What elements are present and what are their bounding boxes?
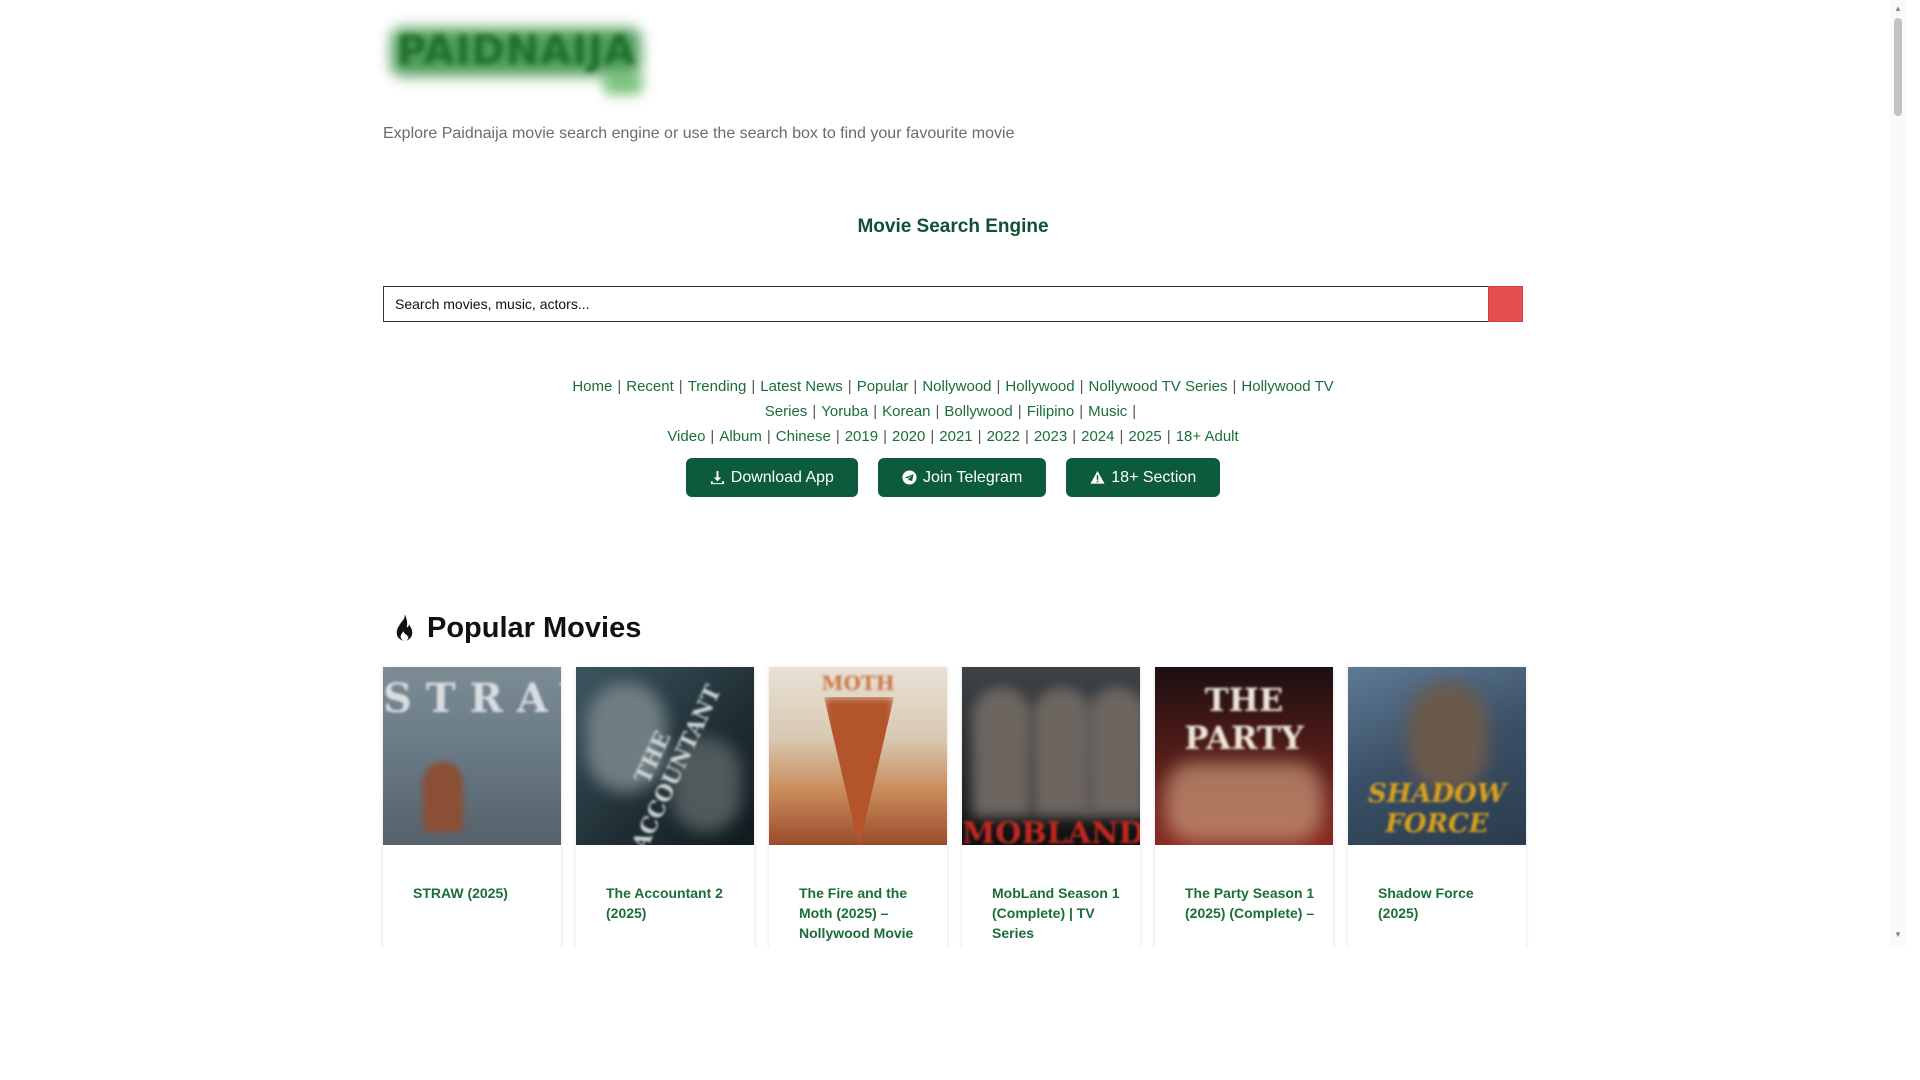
nav-separator: | <box>977 428 982 445</box>
nav-separator: | <box>1079 378 1084 395</box>
logo-wordmark: PAIDNAIJA <box>397 28 636 74</box>
nav-separator: | <box>1072 428 1077 445</box>
nav-link-recent[interactable]: Recent <box>626 378 674 395</box>
join-telegram-button[interactable]: Join Telegram <box>877 458 1047 497</box>
nav-link-home[interactable]: Home <box>572 378 612 395</box>
nav-link-2025[interactable]: 2025 <box>1128 428 1161 445</box>
nav-separator: | <box>913 378 918 395</box>
adult-section-button[interactable]: 18+ Section <box>1066 458 1221 497</box>
warning-icon <box>1090 470 1105 484</box>
nav-link-chinese[interactable]: Chinese <box>776 428 831 445</box>
page-scrollbar[interactable]: ▲ ▼ <box>1890 0 1905 947</box>
movie-title-link[interactable]: The Accountant 2 (2025) <box>606 883 736 923</box>
site-logo[interactable]: PAIDNAIJA <box>383 18 658 95</box>
nav-row-1: Home | Recent | Trending | Latest News | Popular… <box>383 374 1523 424</box>
movie-cards: STRAW STRAW (2025) THE ACCOUNTANT The Ac… <box>383 667 1526 947</box>
logo-shape-tail <box>603 73 643 95</box>
movie-poster[interactable]: SHADOW FORCE <box>1348 667 1526 845</box>
nav-link-filipino[interactable]: Filipino <box>1027 403 1075 420</box>
movie-card[interactable]: MOBLAND MobLand Season 1 (Complete) | TV… <box>962 667 1140 947</box>
nav-separator: | <box>873 403 878 420</box>
search-input[interactable] <box>383 286 1488 322</box>
nav-separator: | <box>766 428 771 445</box>
movie-title-link[interactable]: STRAW (2025) <box>413 883 543 903</box>
nav-separator: | <box>1079 403 1084 420</box>
nav-separator: | <box>996 378 1001 395</box>
nav-link-2023[interactable]: 2023 <box>1034 428 1067 445</box>
nav-separator: | <box>812 403 817 420</box>
nav-link-yoruba[interactable]: Yoruba <box>821 403 868 420</box>
nav-link-nollywood[interactable]: Nollywood <box>922 378 991 395</box>
movie-title-link[interactable]: MobLand Season 1 (Complete) | TV Series <box>992 883 1122 943</box>
movie-card[interactable]: THE ACCOUNTANT The Accountant 2 (2025) <box>576 667 754 947</box>
nav-link-album[interactable]: Album <box>719 428 762 445</box>
search-button[interactable] <box>1488 286 1523 322</box>
search-bar <box>383 286 1523 322</box>
nav-separator: | <box>1119 428 1124 445</box>
nav-separator: | <box>1166 428 1171 445</box>
movie-poster[interactable]: MOBLAND <box>962 667 1140 845</box>
category-nav: Home | Recent | Trending | Latest News | Popular… <box>383 374 1523 449</box>
movie-card[interactable]: THE PARTY The Party Season 1 (2025) (Com… <box>1155 667 1333 947</box>
movie-card[interactable]: SHADOW FORCE Shadow Force (2025) <box>1348 667 1526 947</box>
nav-link-2020[interactable]: 2020 <box>892 428 925 445</box>
movie-poster[interactable]: THE PARTY <box>1155 667 1333 845</box>
nav-link-video[interactable]: Video <box>667 428 705 445</box>
engine-title: Movie Search Engine <box>857 216 1049 237</box>
nav-link-2019[interactable]: 2019 <box>845 428 878 445</box>
nav-separator: | <box>935 403 940 420</box>
nav-link-popular[interactable]: Popular <box>857 378 909 395</box>
nav-separator: | <box>835 428 840 445</box>
nav-link-nollywood-tv-series[interactable]: Nollywood TV Series <box>1089 378 1228 395</box>
nav-separator: | <box>930 428 935 445</box>
scroll-up-arrow-icon[interactable]: ▲ <box>1894 4 1902 13</box>
movie-title-link[interactable]: The Fire and the Moth (2025) – Nollywood… <box>799 883 929 943</box>
nav-link-korean[interactable]: Korean <box>882 403 930 420</box>
nav-link-2022[interactable]: 2022 <box>987 428 1020 445</box>
movie-title-link[interactable]: Shadow Force (2025) <box>1378 883 1508 923</box>
nav-link-18-adult[interactable]: 18+ Adult <box>1176 428 1239 445</box>
page: PAIDNAIJA Explore Paidnaija movie search… <box>0 0 1905 947</box>
nav-separator: | <box>1132 403 1137 420</box>
scroll-down-arrow-icon[interactable]: ▼ <box>1894 930 1902 939</box>
nav-row-2: Video | Album | Chinese | 2019 | 2020 | 2021 | 2022 |… <box>383 424 1523 449</box>
action-buttons: Download App Join Telegram 18+ Section <box>383 458 1523 497</box>
popular-movies-title: Popular Movies <box>427 612 642 644</box>
nav-link-hollywood[interactable]: Hollywood <box>1005 378 1074 395</box>
nav-separator: | <box>751 378 756 395</box>
download-app-button[interactable]: Download App <box>685 458 858 497</box>
movie-poster[interactable]: THE ACCOUNTANT <box>576 667 754 845</box>
download-icon <box>710 470 724 485</box>
movie-title-link[interactable]: The Party Season 1 (2025) (Complete) – <box>1185 883 1315 923</box>
nav-separator: | <box>710 428 715 445</box>
fire-icon <box>396 614 413 641</box>
nav-link-2024[interactable]: 2024 <box>1081 428 1114 445</box>
nav-separator: | <box>678 378 683 395</box>
nav-separator: | <box>883 428 887 445</box>
nav-separator: | <box>1232 378 1237 395</box>
movie-poster[interactable]: STRAW <box>383 667 561 845</box>
nav-link-2021[interactable]: 2021 <box>939 428 972 445</box>
nav-link-bollywood[interactable]: Bollywood <box>944 403 1012 420</box>
telegram-icon <box>902 470 917 485</box>
movie-card[interactable]: STRAW STRAW (2025) <box>383 667 561 947</box>
download-app-label: Download App <box>730 468 834 486</box>
movie-card[interactable]: MOTH The Fire and the Moth (2025) – Noll… <box>769 667 947 947</box>
nav-link-trending[interactable]: Trending <box>688 378 747 395</box>
scrollbar-thumb[interactable] <box>1894 18 1902 116</box>
join-telegram-label: Join Telegram <box>922 468 1023 486</box>
nav-separator: | <box>1024 428 1029 445</box>
nav-separator: | <box>617 378 622 395</box>
popular-movies-heading: Popular Movies <box>391 612 641 645</box>
nav-link-latest-news[interactable]: Latest News <box>760 378 843 395</box>
nav-separator: | <box>847 378 852 395</box>
movie-poster[interactable]: MOTH <box>769 667 947 845</box>
nav-link-music[interactable]: Music <box>1088 403 1127 420</box>
tagline: Explore Paidnaija movie search engine or… <box>383 125 1015 142</box>
nav-separator: | <box>1017 403 1022 420</box>
adult-section-label: 18+ Section <box>1111 468 1197 486</box>
